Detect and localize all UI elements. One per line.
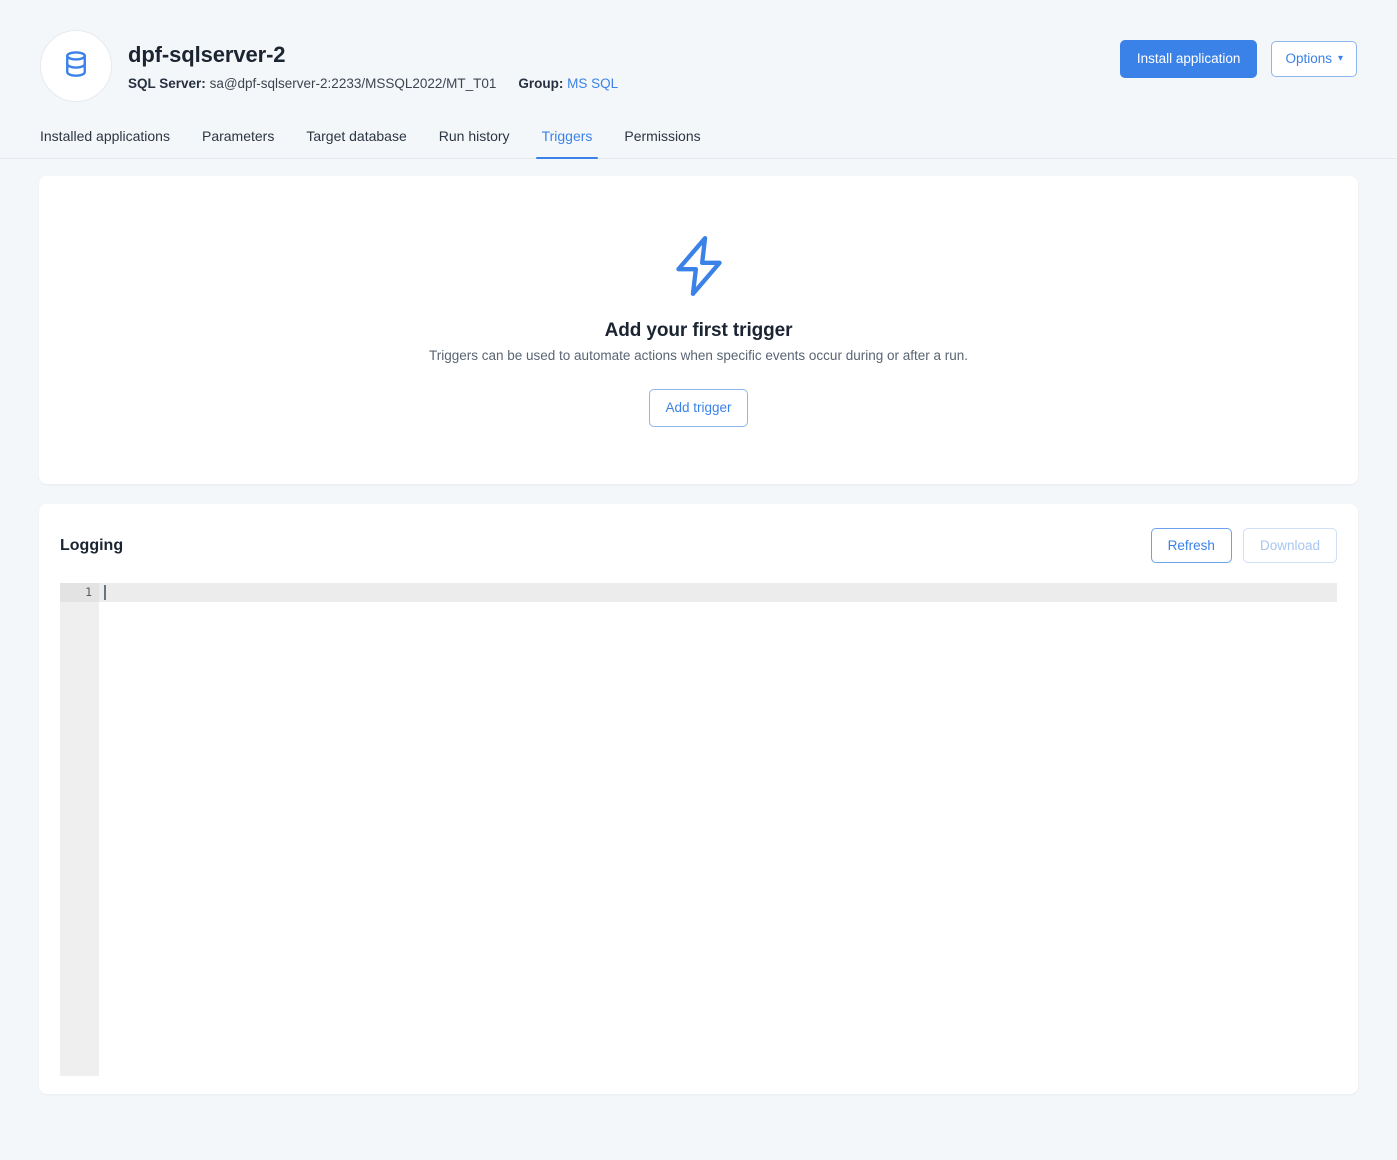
header-identity: dpf-sqlserver-2 SQL Server: sa@dpf-sqlse… [40,30,618,102]
text-cursor [104,585,106,600]
add-trigger-button[interactable]: Add trigger [649,389,747,427]
log-editor[interactable]: 1 [60,583,1337,1076]
options-button-label: Options [1285,52,1332,66]
chevron-down-icon: ▾ [1338,54,1343,64]
avatar [40,30,112,102]
page-root: dpf-sqlserver-2 SQL Server: sa@dpf-sqlse… [0,0,1397,1160]
editor-content[interactable] [99,583,1337,1076]
triggers-empty-state-card: Add your first trigger Triggers can be u… [39,176,1358,484]
logging-card: Logging Refresh Download 1 [39,504,1358,1094]
tab-triggers[interactable]: Triggers [526,128,609,158]
empty-state-title: Add your first trigger [605,320,793,342]
tab-permissions[interactable]: Permissions [608,128,716,158]
page-header: dpf-sqlserver-2 SQL Server: sa@dpf-sqlse… [0,0,1397,102]
logging-header: Logging Refresh Download [39,504,1358,563]
header-actions: Install application Options ▾ [1120,30,1357,78]
database-icon [61,49,91,84]
group-label: Group: [518,75,563,93]
empty-state-description: Triggers can be used to automate actions… [429,348,968,363]
zap-icon [670,233,728,304]
tab-installed-applications[interactable]: Installed applications [24,128,186,158]
page-subtitle: SQL Server: sa@dpf-sqlserver-2:2233/MSSQ… [128,75,618,93]
editor-line-number: 1 [60,583,99,602]
server-label: SQL Server: [128,75,206,93]
options-button[interactable]: Options ▾ [1271,41,1357,77]
editor-active-line[interactable] [99,583,1337,602]
logging-title: Logging [60,537,123,555]
editor-gutter: 1 [60,583,99,1076]
logging-actions: Refresh Download [1151,528,1337,563]
refresh-button[interactable]: Refresh [1151,528,1232,563]
install-application-button[interactable]: Install application [1120,40,1258,78]
page-title: dpf-sqlserver-2 [128,41,618,69]
title-block: dpf-sqlserver-2 SQL Server: sa@dpf-sqlse… [128,39,618,92]
tab-bar: Installed applications Parameters Target… [0,128,1397,159]
group-link[interactable]: MS SQL [567,75,618,93]
tab-target-database[interactable]: Target database [290,128,422,158]
tab-parameters[interactable]: Parameters [186,128,290,158]
tab-run-history[interactable]: Run history [423,128,526,158]
server-value: sa@dpf-sqlserver-2:2233/MSSQL2022/MT_T01 [210,75,497,93]
download-button: Download [1243,528,1337,563]
